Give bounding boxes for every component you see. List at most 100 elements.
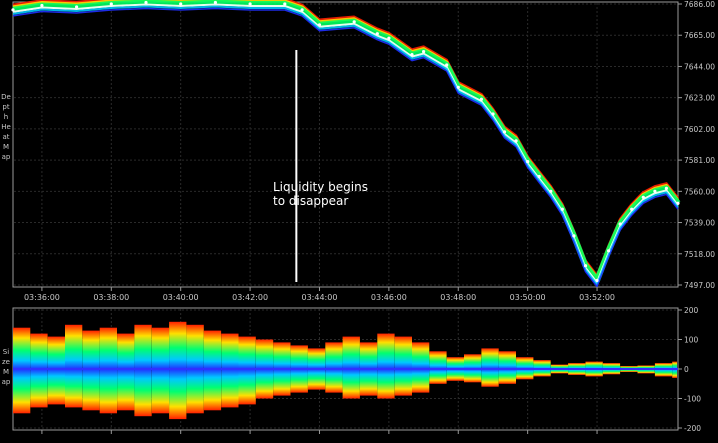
price-point bbox=[630, 207, 634, 211]
price-point bbox=[676, 201, 680, 205]
size-bar-lower bbox=[134, 369, 152, 417]
size-bar-lower bbox=[654, 369, 673, 377]
y-tick-label: 7560.00 bbox=[684, 187, 715, 196]
y-tick-label: 7665.00 bbox=[684, 31, 715, 40]
price-point bbox=[317, 23, 322, 27]
size-bar-upper bbox=[255, 339, 274, 369]
price-point bbox=[300, 8, 304, 12]
size-bar-upper bbox=[65, 324, 83, 370]
size-bar-upper bbox=[672, 361, 677, 369]
y-tick-label: 0 bbox=[684, 365, 689, 374]
price-point bbox=[75, 5, 79, 9]
size-bar-lower bbox=[429, 369, 447, 384]
y-tick-label: 7686.00 bbox=[684, 0, 715, 9]
size-bar-upper bbox=[47, 336, 65, 369]
size-bar-lower bbox=[290, 369, 308, 393]
size-bar-lower bbox=[238, 369, 256, 405]
price-point bbox=[456, 85, 460, 89]
size-bar-upper bbox=[273, 342, 291, 369]
x-tick-label: 03:50:00 bbox=[510, 293, 546, 302]
price-point bbox=[641, 195, 645, 199]
size-bar-upper bbox=[360, 342, 378, 369]
x-tick-label: 03:46:00 bbox=[371, 293, 407, 302]
size-bar-lower bbox=[342, 369, 360, 399]
y-tick-label: 7518.00 bbox=[684, 250, 715, 259]
size-bar-lower bbox=[325, 369, 343, 393]
size-bar-upper bbox=[377, 333, 395, 369]
size-bar-upper bbox=[516, 357, 534, 369]
size-bar-upper bbox=[186, 324, 204, 370]
size-bar-upper bbox=[238, 336, 256, 369]
price-point bbox=[491, 112, 495, 116]
price-point bbox=[549, 189, 553, 193]
size-bar-upper bbox=[99, 327, 117, 369]
size-bar-upper bbox=[412, 342, 430, 369]
price-point bbox=[502, 130, 507, 134]
size-bar-lower bbox=[307, 369, 326, 390]
size-bar-upper bbox=[221, 333, 239, 369]
price-point bbox=[11, 8, 15, 12]
size-bar-lower bbox=[82, 369, 100, 411]
price-point bbox=[144, 0, 148, 5]
y-tick-label: 200 bbox=[684, 306, 699, 315]
size-bar-upper bbox=[464, 354, 482, 370]
price-point bbox=[410, 53, 414, 57]
x-tick-label: 03:48:00 bbox=[440, 293, 476, 302]
y-tick-label: 7623.00 bbox=[684, 94, 715, 103]
price-point bbox=[248, 2, 252, 6]
price-point bbox=[213, 0, 217, 5]
size-bar-lower bbox=[99, 369, 117, 414]
size-bar-lower bbox=[672, 369, 677, 378]
size-bar-upper bbox=[585, 361, 603, 369]
size-bar-lower bbox=[255, 369, 274, 399]
size-bar-upper bbox=[325, 342, 343, 369]
price-point bbox=[560, 207, 564, 211]
price-point bbox=[352, 20, 356, 24]
size-bar-lower bbox=[30, 369, 48, 408]
size-bar-upper bbox=[429, 351, 447, 369]
depth-heat-map-side-label: Depth Heat Map bbox=[1, 93, 11, 161]
size-bar-lower bbox=[65, 369, 83, 408]
size-bar-upper bbox=[169, 321, 187, 369]
x-tick-label: 03:40:00 bbox=[163, 293, 199, 302]
y-tick-label: 7602.00 bbox=[684, 125, 715, 134]
size-bar-lower bbox=[151, 369, 170, 414]
price-point bbox=[537, 174, 541, 179]
size-bar-upper bbox=[533, 360, 551, 369]
price-point bbox=[572, 234, 576, 238]
size-bar-lower bbox=[516, 369, 534, 380]
size-bar-lower bbox=[117, 369, 135, 411]
x-tick-label: 03:44:00 bbox=[302, 293, 338, 302]
price-point bbox=[445, 63, 449, 67]
x-tick-label: 03:52:00 bbox=[579, 293, 615, 302]
size-bar-lower bbox=[186, 369, 204, 414]
size-bar-upper bbox=[134, 324, 152, 370]
depth-heat-map-y-ticks: 7686.00 7665.00 7644.00 7623.00 7602.00 7581.… bbox=[678, 0, 715, 290]
size-bar-lower bbox=[360, 369, 378, 396]
price-point bbox=[526, 160, 530, 164]
size-bar-upper bbox=[13, 327, 31, 369]
size-bar-lower bbox=[221, 369, 239, 408]
size-bar-lower bbox=[273, 369, 291, 396]
annotation-text-line1: Liquidity begins bbox=[273, 180, 368, 194]
size-bar-upper bbox=[82, 330, 100, 369]
size-bar-upper bbox=[203, 330, 222, 369]
size-bar-lower bbox=[203, 369, 222, 411]
size-map-y-ticks: 200 100 0 -100 -200 bbox=[678, 306, 701, 433]
size-bar-upper bbox=[290, 345, 308, 369]
y-tick-label: 100 bbox=[684, 336, 699, 345]
size-bar-lower bbox=[412, 369, 430, 393]
price-point bbox=[179, 2, 183, 6]
size-bar-upper bbox=[117, 333, 135, 369]
size-bar-upper bbox=[307, 348, 326, 369]
price-point bbox=[387, 36, 391, 40]
size-map-side-label: Size Map bbox=[1, 348, 11, 386]
size-bar-upper bbox=[498, 351, 516, 369]
y-tick-label: 7539.00 bbox=[684, 219, 715, 228]
y-tick-label: -200 bbox=[684, 424, 701, 433]
y-tick-label: 7581.00 bbox=[684, 156, 715, 165]
size-bar-upper bbox=[151, 327, 170, 369]
price-point bbox=[109, 2, 113, 6]
price-point bbox=[422, 50, 426, 54]
x-tick-label: 03:36:00 bbox=[24, 293, 60, 302]
